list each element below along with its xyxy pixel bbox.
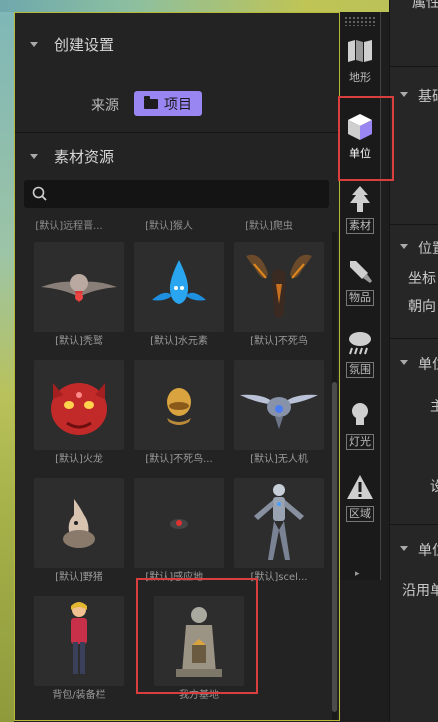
asset-label: [默认]感应地...	[145, 572, 213, 583]
asset-label: [默认]秃鹫	[55, 336, 103, 347]
assets-title: 素材资源	[54, 147, 115, 166]
tool-unit[interactable]: 单位	[340, 98, 380, 170]
asset-item-drone[interactable]: [默认]无人机	[234, 360, 324, 466]
tool-label: 物品	[346, 290, 374, 306]
asset-panel: 创建设置 来源 项目 素材资源 [默认]远程晋... [默认]猴人 [默认]爬虫…	[14, 12, 340, 722]
tool-label: 单位	[349, 147, 371, 160]
tool-label: 区域	[346, 506, 374, 522]
asset-item-phoenix-egg[interactable]: [默认]不死鸟...	[134, 360, 224, 466]
collapse-icon	[400, 546, 408, 551]
cube-icon	[345, 112, 375, 142]
tool-label: 地形	[349, 71, 371, 84]
asset-item-base-tower[interactable]: 我方基地	[154, 596, 244, 702]
unit-section-header[interactable]: 单位	[418, 354, 438, 374]
asset-item-hero[interactable]: 背包/装备栏	[34, 596, 124, 702]
setting-label: 设	[430, 479, 438, 495]
tool-label: 灯光	[346, 434, 374, 450]
create-settings-header[interactable]: 创建设置	[15, 22, 340, 66]
map-icon	[345, 36, 375, 66]
scrollbar-thumb[interactable]	[332, 382, 337, 712]
tool-terrain[interactable]: 地形	[340, 22, 380, 94]
section-divider	[390, 224, 438, 225]
weather-icon	[345, 328, 375, 358]
category-toolbar: 地形 单位 素材 物品 氛围 灯光 区域 ▸	[340, 12, 381, 580]
asset-item-vulture[interactable]: [默认]秃鹫	[34, 242, 124, 348]
scene-viewport-left	[0, 0, 14, 722]
tree-icon	[345, 184, 375, 214]
asset-label: [默认]猴人	[145, 221, 193, 232]
asset-item-sensor-mine[interactable]: [默认]感应地...	[134, 478, 224, 584]
scene-viewport-top	[0, 0, 438, 12]
asset-label: [默认]无人机	[250, 454, 308, 465]
source-row: 来源 项目	[15, 90, 340, 118]
boar-icon	[34, 478, 124, 568]
asset-item-skeleton-robot[interactable]: [默认]scel...	[234, 478, 324, 584]
asset-label: [默认]野猪	[55, 572, 103, 583]
source-project-label: 项目	[164, 96, 192, 113]
tool-atmosphere[interactable]: 氛围	[340, 314, 380, 386]
sword-icon	[345, 256, 375, 286]
asset-search-input[interactable]	[24, 180, 329, 208]
section-divider	[15, 132, 340, 133]
asset-label: [默认]远程晋...	[35, 221, 103, 232]
coord-label: 坐标	[408, 271, 436, 287]
facing-label: 朝向	[408, 299, 436, 315]
collapse-icon	[30, 41, 38, 47]
water-elemental-icon	[134, 242, 224, 332]
asset-label: [默认]不死鸟...	[145, 454, 213, 465]
unit2-section-header[interactable]: 单位	[418, 540, 438, 560]
properties-title: 属性	[412, 0, 438, 11]
vulture-icon	[34, 242, 124, 332]
base-tower-icon	[154, 596, 244, 686]
main-label: 主	[430, 399, 438, 415]
drone-icon	[234, 360, 324, 450]
phoenix-undead-icon	[234, 242, 324, 332]
create-settings-title: 创建设置	[54, 35, 115, 54]
position-section-header[interactable]: 位置	[418, 238, 438, 258]
egg-icon	[134, 360, 224, 450]
bulb-icon	[345, 400, 375, 430]
section-divider	[390, 338, 438, 339]
fire-dragon-icon	[34, 360, 124, 450]
tool-label: 氛围	[346, 362, 374, 378]
tool-material[interactable]: 素材	[340, 170, 380, 242]
folder-icon	[144, 95, 158, 109]
source-label: 来源	[91, 98, 119, 114]
tool-label: 素材	[346, 218, 374, 234]
asset-scrollbar[interactable]	[332, 232, 337, 722]
asset-label: 我方基地	[179, 690, 219, 701]
collapse-icon	[30, 153, 38, 159]
collapse-icon	[400, 244, 408, 249]
asset-label: [默认]scel...	[250, 572, 308, 583]
skeleton-robot-icon	[234, 478, 324, 568]
source-project-button[interactable]: 项目	[134, 91, 202, 116]
asset-label: 背包/装备栏	[52, 690, 106, 701]
section-divider	[390, 524, 438, 525]
section-divider	[390, 66, 438, 67]
warning-icon	[345, 472, 375, 502]
asset-item-phoenix-undead[interactable]: [默认]不死鸟	[234, 242, 324, 348]
basic-section-header[interactable]: 基础	[418, 86, 438, 106]
tool-light[interactable]: 灯光	[340, 386, 380, 458]
collapse-icon	[400, 92, 408, 97]
inherit-label: 沿用单	[402, 583, 438, 599]
asset-grid: [默认]远程晋... [默认]猴人 [默认]爬虫 [默认]秃鹫 [默认]水元素 …	[24, 212, 324, 722]
asset-label: [默认]水元素	[150, 336, 208, 347]
asset-item-fire-dragon[interactable]: [默认]火龙	[34, 360, 124, 466]
tool-region[interactable]: 区域	[340, 458, 380, 530]
toolbar-expand-icon[interactable]: ▸	[355, 569, 360, 579]
asset-label: [默认]爬虫	[245, 221, 293, 232]
tool-item[interactable]: 物品	[340, 242, 380, 314]
properties-panel: 属性 基础 位置 坐标 朝向 单位 主 设 单位 沿用单	[389, 0, 438, 722]
assets-header[interactable]: 素材资源	[15, 134, 340, 178]
search-icon	[32, 186, 47, 201]
hero-icon	[34, 596, 124, 686]
asset-item-water-elemental[interactable]: [默认]水元素	[134, 242, 224, 348]
asset-item-boar[interactable]: [默认]野猪	[34, 478, 124, 584]
collapse-icon	[400, 360, 408, 365]
asset-label: [默认]火龙	[55, 454, 103, 465]
sensor-mine-icon	[134, 478, 224, 568]
asset-label: [默认]不死鸟	[250, 336, 308, 347]
